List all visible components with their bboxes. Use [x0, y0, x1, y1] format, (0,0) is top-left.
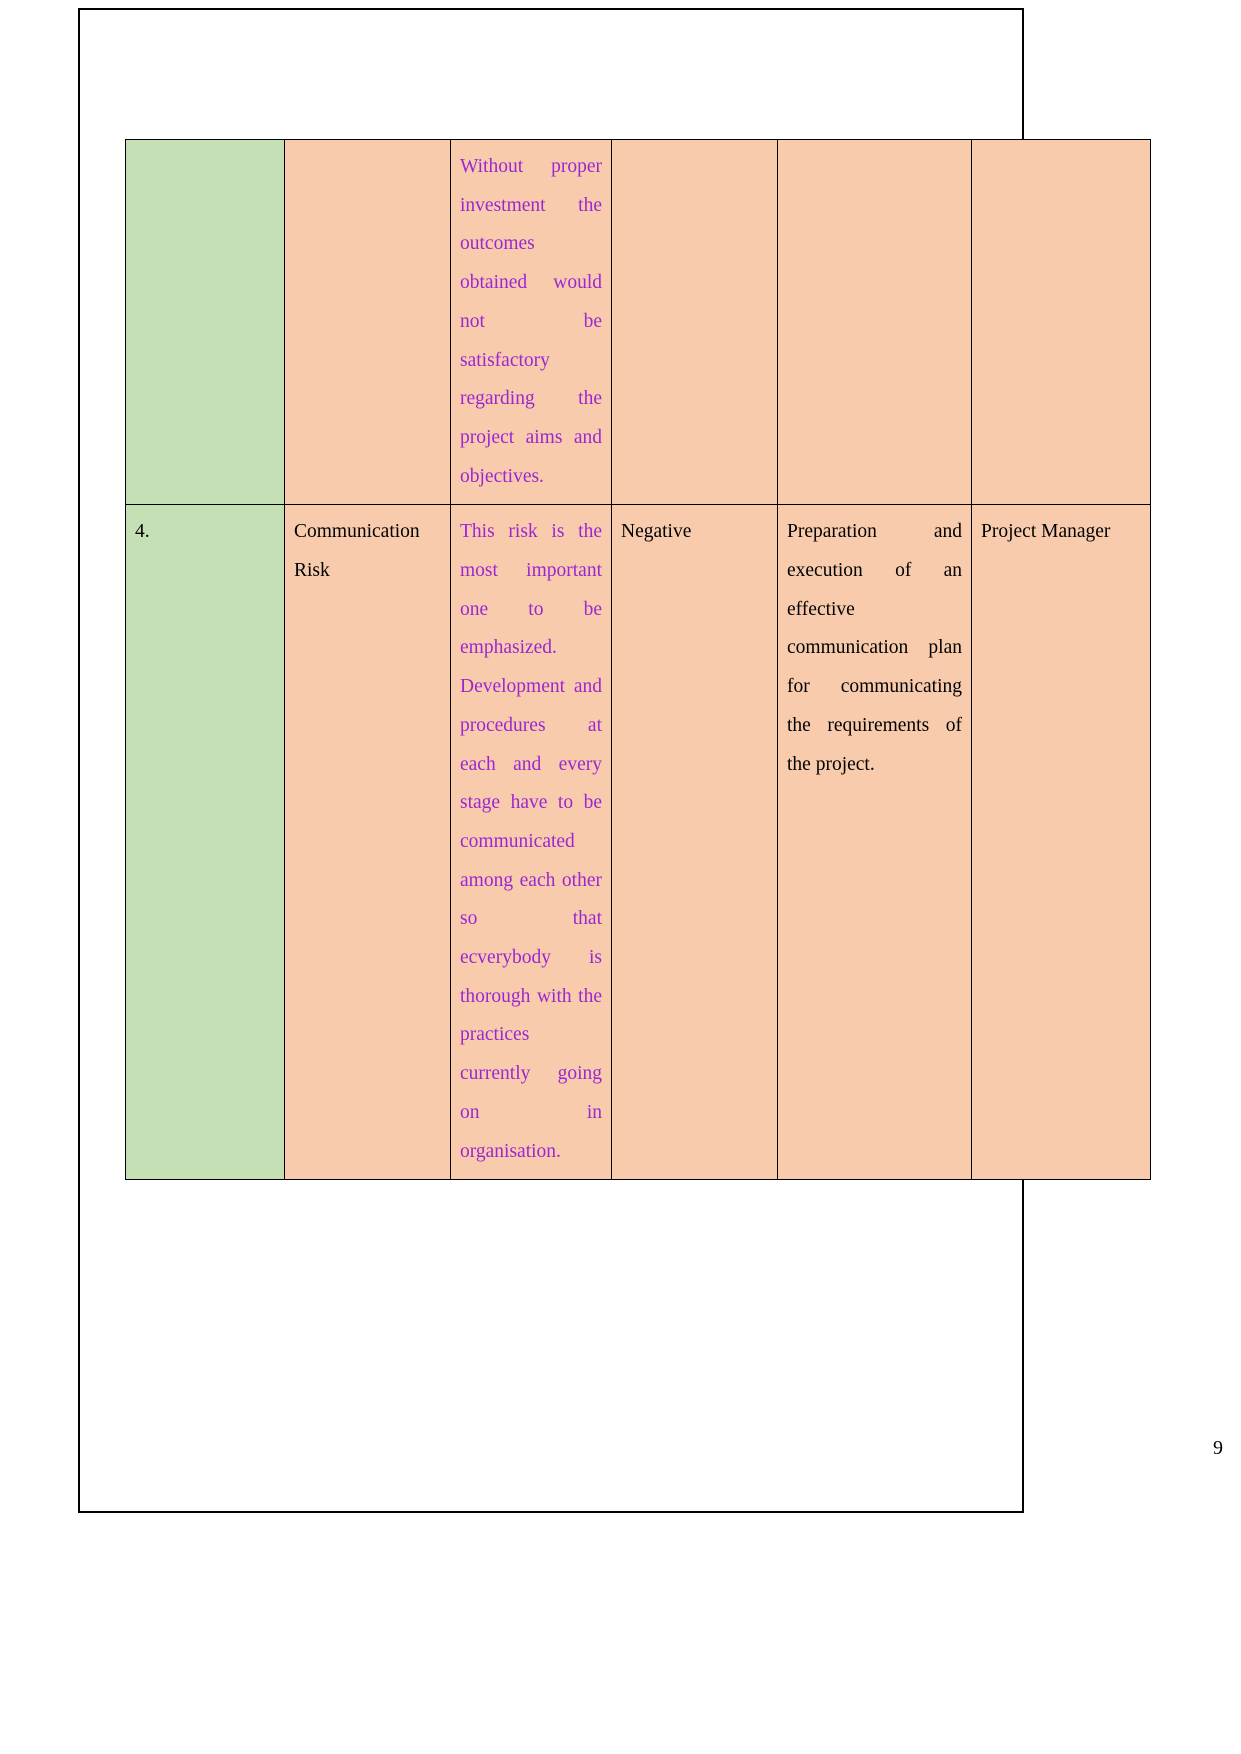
serial-number-text: 4.	[135, 521, 150, 543]
risk-register-table: Without proper investment the outcomes o…	[125, 138, 1151, 1181]
document-page-sheet: Without proper investment the outcomes o…	[0, 0, 1241, 1754]
cell-risk-mitigation: Preparation and execution of an effectiv…	[777, 504, 972, 1181]
table-row: Without proper investment the outcomes o…	[125, 138, 1151, 506]
table-body: Without proper investment the outcomes o…	[125, 138, 1151, 1181]
table-row: 4. Communication Risk This risk is the m…	[125, 504, 1151, 1181]
cell-risk-name	[284, 138, 451, 506]
cell-risk-impact	[611, 138, 778, 506]
cell-risk-owner	[971, 138, 1151, 506]
cell-risk-impact: Negative	[611, 504, 778, 1181]
cell-risk-description: Without proper investment the outcomes o…	[450, 138, 612, 506]
cell-risk-owner: Project Manager	[971, 504, 1151, 1181]
cell-risk-description: This risk is the most important one to b…	[450, 504, 612, 1181]
cell-risk-mitigation	[777, 138, 972, 506]
risk-description-text: Without proper investment the outcomes o…	[460, 156, 602, 487]
risk-impact-text: Negative	[621, 521, 692, 543]
risk-mitigation-text: Preparation and execution of an effectiv…	[787, 521, 962, 775]
risk-owner-text: Project Manager	[981, 521, 1111, 543]
cell-risk-name: Communication Risk	[284, 504, 451, 1181]
risk-description-text: This risk is the most important one to b…	[460, 521, 602, 1162]
page-number: 9	[1213, 1437, 1223, 1459]
cell-serial-number	[125, 138, 285, 506]
cell-serial-number: 4.	[125, 504, 285, 1181]
risk-name-text: Communication Risk	[294, 521, 420, 582]
